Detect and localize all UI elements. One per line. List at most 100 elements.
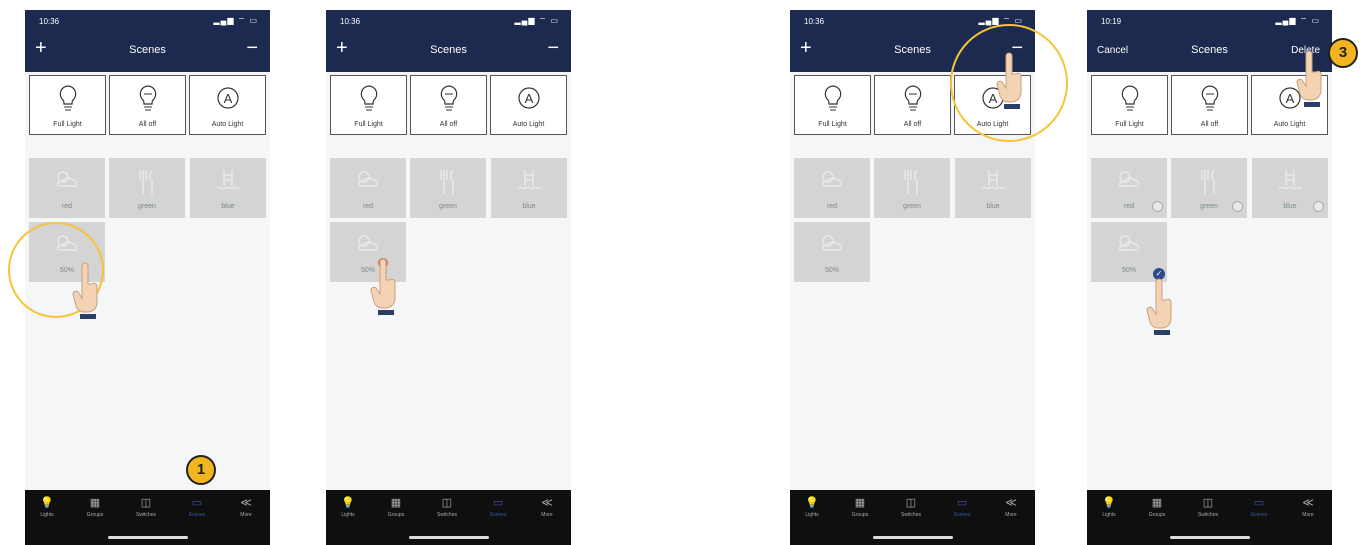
auto-light-tile[interactable]: A Auto Light bbox=[490, 75, 567, 135]
tab-scenes[interactable]: ▭ Scenes bbox=[942, 496, 982, 518]
scene-tile-blue[interactable]: blue bbox=[1252, 158, 1328, 218]
sun-cloud-icon bbox=[1118, 235, 1140, 251]
scene-label: red bbox=[362, 203, 374, 210]
tile-label: All off bbox=[903, 121, 922, 128]
scene-label: green bbox=[138, 203, 156, 210]
tab-label: Groups bbox=[851, 512, 869, 518]
scene-label: red bbox=[826, 203, 838, 210]
tab-label: Lights bbox=[341, 512, 355, 518]
signal-wifi-battery-icon: ▂▄▆ ⌔ ▭ bbox=[213, 16, 258, 25]
auto-a-icon: A bbox=[517, 87, 540, 109]
tab-more[interactable]: ≪ More bbox=[527, 496, 567, 518]
fixed-scenes: Full Light All off A Auto Light bbox=[330, 75, 567, 135]
scene-tile-50[interactable]: 50% bbox=[794, 222, 870, 282]
tab-more[interactable]: ≪ More bbox=[991, 496, 1031, 518]
page-title: Scenes bbox=[129, 44, 166, 56]
tab-lights[interactable]: 💡 Lights bbox=[27, 496, 67, 518]
home-indicator bbox=[107, 536, 188, 539]
tab-scenes[interactable]: ▭ Scenes bbox=[478, 496, 518, 518]
select-checkbox[interactable] bbox=[1152, 201, 1163, 212]
sun-cloud-icon bbox=[821, 235, 843, 251]
scene-tile-red[interactable]: red bbox=[794, 158, 870, 218]
tab-groups[interactable]: ▦ Groups bbox=[1137, 496, 1177, 518]
tile-label: Full Light bbox=[354, 121, 383, 128]
tab-label: Groups bbox=[1148, 512, 1166, 518]
scene-tile-green[interactable]: green bbox=[109, 158, 185, 218]
nav-bar: + Scenes − bbox=[326, 32, 571, 72]
remove-scene-button[interactable]: − bbox=[246, 38, 258, 58]
tab-bar: 💡 Lights ▦ Groups ◫ Switches ▭ Scenes ≪ More bbox=[25, 490, 270, 545]
svg-text:A: A bbox=[524, 91, 533, 106]
clock: 10:36 bbox=[340, 17, 361, 26]
signal-wifi-battery-icon: ▂▄▆ ⌔ ▭ bbox=[1275, 16, 1320, 25]
scene-tile-red[interactable]: red bbox=[1091, 158, 1167, 218]
home-indicator bbox=[1169, 536, 1250, 539]
tab-switches[interactable]: ◫ Switches bbox=[891, 496, 931, 518]
sun-cloud-icon bbox=[1118, 171, 1140, 187]
scene-tile-green[interactable]: green bbox=[410, 158, 486, 218]
tab-label: Switches bbox=[1197, 512, 1218, 518]
scenes-icon: ▭ bbox=[956, 497, 968, 509]
tab-label: More bbox=[1302, 512, 1314, 518]
select-checkbox[interactable] bbox=[1313, 201, 1324, 212]
scenes-icon: ▭ bbox=[1253, 497, 1265, 509]
sun-cloud-icon bbox=[821, 171, 843, 187]
fork-knife-icon bbox=[904, 169, 918, 194]
all-off-tile[interactable]: All off bbox=[1171, 75, 1248, 135]
svg-text:A: A bbox=[1285, 91, 1294, 106]
auto-light-tile[interactable]: A Auto Light bbox=[189, 75, 266, 135]
full-light-tile[interactable]: Full Light bbox=[794, 75, 871, 135]
pointing-hand-icon bbox=[996, 52, 1022, 109]
scene-tile-blue[interactable]: blue bbox=[190, 158, 266, 218]
home-indicator bbox=[408, 536, 489, 539]
sun-cloud-icon bbox=[357, 171, 379, 187]
remove-scene-button[interactable]: − bbox=[547, 38, 559, 58]
all-off-tile[interactable]: All off bbox=[874, 75, 951, 135]
tab-lights[interactable]: 💡 Lights bbox=[328, 496, 368, 518]
tab-switches[interactable]: ◫ Switches bbox=[126, 496, 166, 518]
tab-groups[interactable]: ▦ Groups bbox=[840, 496, 880, 518]
full-light-tile[interactable]: Full Light bbox=[29, 75, 106, 135]
tab-switches[interactable]: ◫ Switches bbox=[1188, 496, 1228, 518]
clock: 10:36 bbox=[804, 17, 825, 26]
tab-label: More bbox=[1005, 512, 1017, 518]
scene-tile-blue[interactable]: blue bbox=[491, 158, 567, 218]
tile-label: Full Light bbox=[1115, 121, 1144, 128]
bulb-icon: 💡 bbox=[341, 497, 355, 509]
tab-label: Scenes bbox=[188, 512, 206, 518]
scene-tile-blue[interactable]: blue bbox=[955, 158, 1031, 218]
scene-tile-red[interactable]: red bbox=[29, 158, 105, 218]
tab-scenes[interactable]: ▭ Scenes bbox=[1239, 496, 1279, 518]
tab-lights[interactable]: 💡 Lights bbox=[792, 496, 832, 518]
tab-scenes[interactable]: ▭ Scenes bbox=[177, 496, 217, 518]
tab-lights[interactable]: 💡 Lights bbox=[1089, 496, 1129, 518]
tab-label: Switches bbox=[135, 512, 156, 518]
grid-icon: ▦ bbox=[1151, 497, 1163, 509]
fixed-scenes: Full Light All off A Auto Light bbox=[29, 75, 266, 135]
scene-tile-green[interactable]: green bbox=[874, 158, 950, 218]
all-off-tile[interactable]: All off bbox=[109, 75, 186, 135]
full-light-tile[interactable]: Full Light bbox=[1091, 75, 1168, 135]
scene-tile-red[interactable]: red bbox=[330, 158, 406, 218]
tab-switches[interactable]: ◫ Switches bbox=[427, 496, 467, 518]
tab-more[interactable]: ≪ More bbox=[226, 496, 266, 518]
phone-screen-2: 10:36 ▂▄▆ ⌔ ▭ + Scenes − Full Light All … bbox=[326, 10, 571, 545]
share-icon: ≪ bbox=[1302, 497, 1314, 509]
switch-icon: ◫ bbox=[1202, 497, 1214, 509]
clock: 10:36 bbox=[39, 17, 60, 26]
select-checkbox[interactable] bbox=[1232, 201, 1243, 212]
switch-icon: ◫ bbox=[140, 497, 152, 509]
tab-groups[interactable]: ▦ Groups bbox=[75, 496, 115, 518]
scenes-icon: ▭ bbox=[492, 497, 504, 509]
sun-cloud-icon bbox=[357, 235, 379, 251]
tab-groups[interactable]: ▦ Groups bbox=[376, 496, 416, 518]
all-off-tile[interactable]: All off bbox=[410, 75, 487, 135]
fork-knife-icon bbox=[440, 169, 454, 194]
bulb-icon: 💡 bbox=[1102, 497, 1116, 509]
tab-more[interactable]: ≪ More bbox=[1288, 496, 1328, 518]
tab-label: More bbox=[541, 512, 553, 518]
grid-icon: ▦ bbox=[390, 497, 402, 509]
scene-tile-green[interactable]: green bbox=[1171, 158, 1247, 218]
step-number-badge: 3 bbox=[1328, 38, 1358, 68]
full-light-tile[interactable]: Full Light bbox=[330, 75, 407, 135]
